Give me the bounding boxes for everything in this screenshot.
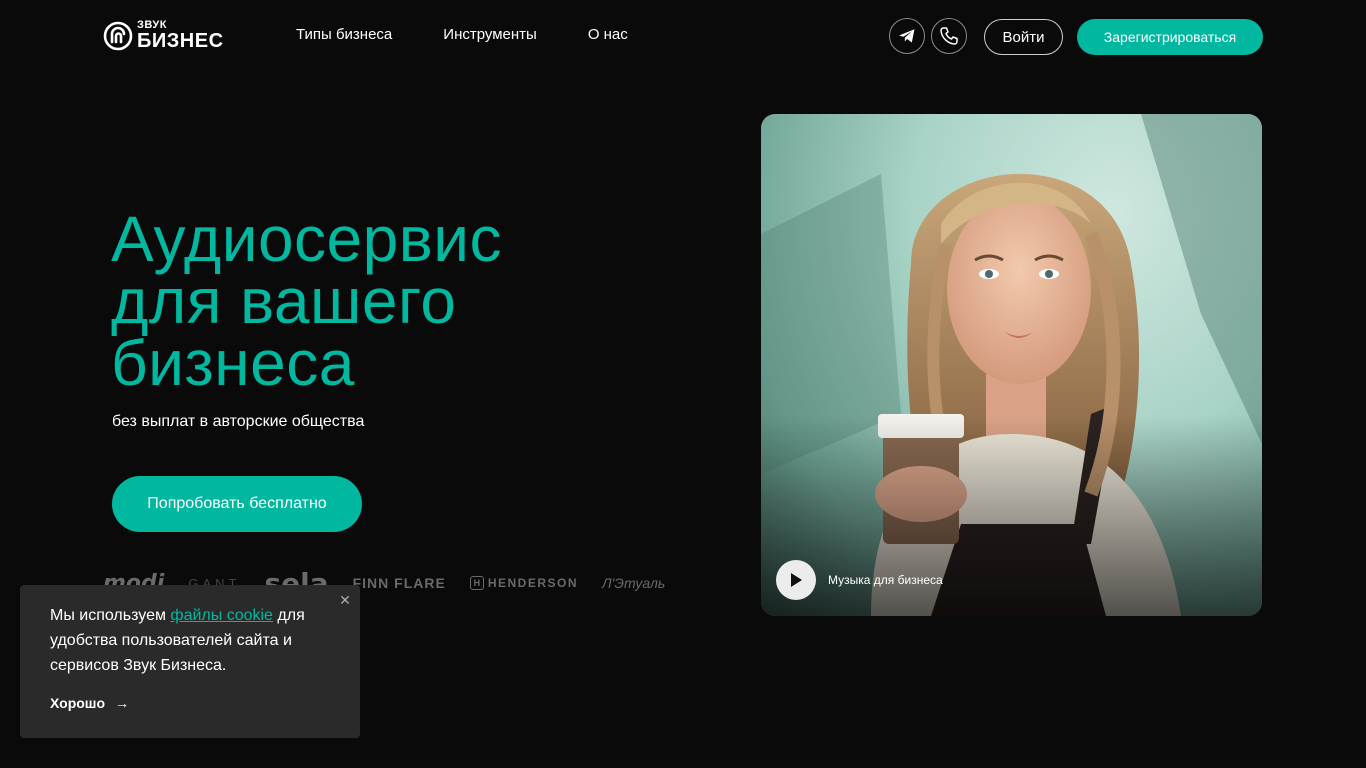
brand-logo-letual: Л'Этуаль [602, 575, 666, 591]
hero-subtitle: без выплат в авторские общества [112, 413, 365, 430]
logo-big-text: БИЗНЕС [137, 30, 224, 52]
header: ЗВУК БИЗНЕС Типы бизнеса Инструменты О н… [0, 0, 1366, 72]
phone-button[interactable] [931, 18, 967, 54]
henderson-mark-icon: H [469, 576, 484, 590]
hero-title: Аудиосервис для вашего бизнеса [111, 203, 502, 399]
hero-title-line-2: для вашего [111, 265, 457, 337]
brand-logo-finn-flare: FINN FLARE [352, 575, 446, 591]
telegram-button[interactable] [889, 18, 925, 54]
hero-photo [761, 114, 1262, 616]
hero-image-card: Музыка для бизнеса [761, 114, 1262, 616]
play-icon [791, 573, 802, 587]
cookie-banner: ✕ Мы используем файлы cookie для удобств… [20, 585, 360, 738]
player-caption: Музыка для бизнеса [828, 573, 943, 587]
nav-item-about[interactable]: О нас [588, 26, 628, 43]
register-button[interactable]: Зарегистрироваться [1077, 19, 1263, 55]
play-button[interactable] [776, 560, 816, 600]
logo-icon [103, 21, 133, 50]
cookie-text: Мы используем файлы cookie для удобства … [50, 603, 330, 678]
brand-logo-henderson-text: HENDERSON [487, 576, 579, 590]
phone-icon [940, 27, 958, 45]
cookie-accept-label: Хорошо [50, 695, 106, 711]
logo[interactable]: ЗВУК БИЗНЕС [103, 20, 224, 51]
main-nav: Типы бизнеса Инструменты О нас [296, 26, 628, 43]
login-button[interactable]: Войти [984, 19, 1063, 55]
try-free-button[interactable]: Попробовать бесплатно [112, 476, 362, 532]
telegram-icon [899, 29, 915, 43]
arrow-right-icon: → [115, 695, 130, 711]
nav-item-business-types[interactable]: Типы бизнеса [296, 26, 392, 43]
hero-title-line-3: бизнеса [111, 327, 355, 399]
cookie-text-before: Мы используем [50, 607, 171, 624]
close-icon[interactable]: ✕ [338, 593, 352, 607]
cookie-accept-button[interactable]: Хорошо → [50, 695, 129, 711]
hero-title-line-1: Аудиосервис [111, 203, 502, 275]
cookie-policy-link[interactable]: файлы cookie [170, 607, 273, 624]
nav-item-tools[interactable]: Инструменты [443, 26, 537, 43]
brand-logo-henderson: H HENDERSON [469, 576, 579, 590]
